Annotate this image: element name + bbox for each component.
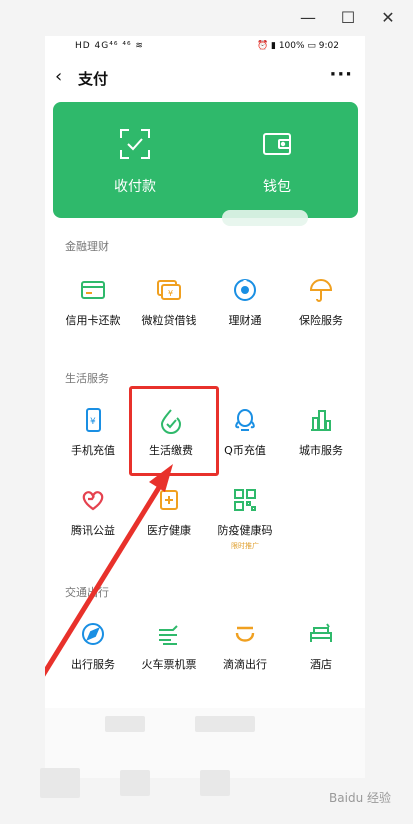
- watermark: Baidu 经验: [329, 791, 391, 805]
- blurred-area: [40, 768, 80, 798]
- blurred-area: [200, 770, 230, 796]
- close-button[interactable]: ✕: [378, 8, 398, 28]
- window-titlebar: — ☐ ✕: [0, 0, 413, 36]
- blurred-area: [120, 770, 150, 796]
- maximize-button[interactable]: ☐: [338, 8, 358, 28]
- phone-screen: HD 4G⁴⁶ ⁴⁶ ≋ ⏰ ▮ 100% ▭ 9:02 ‹ 支付 ··· 收付…: [45, 36, 365, 778]
- blurred-area: [45, 708, 365, 778]
- minimize-button[interactable]: —: [298, 8, 318, 28]
- pointer-arrow: [45, 464, 173, 677]
